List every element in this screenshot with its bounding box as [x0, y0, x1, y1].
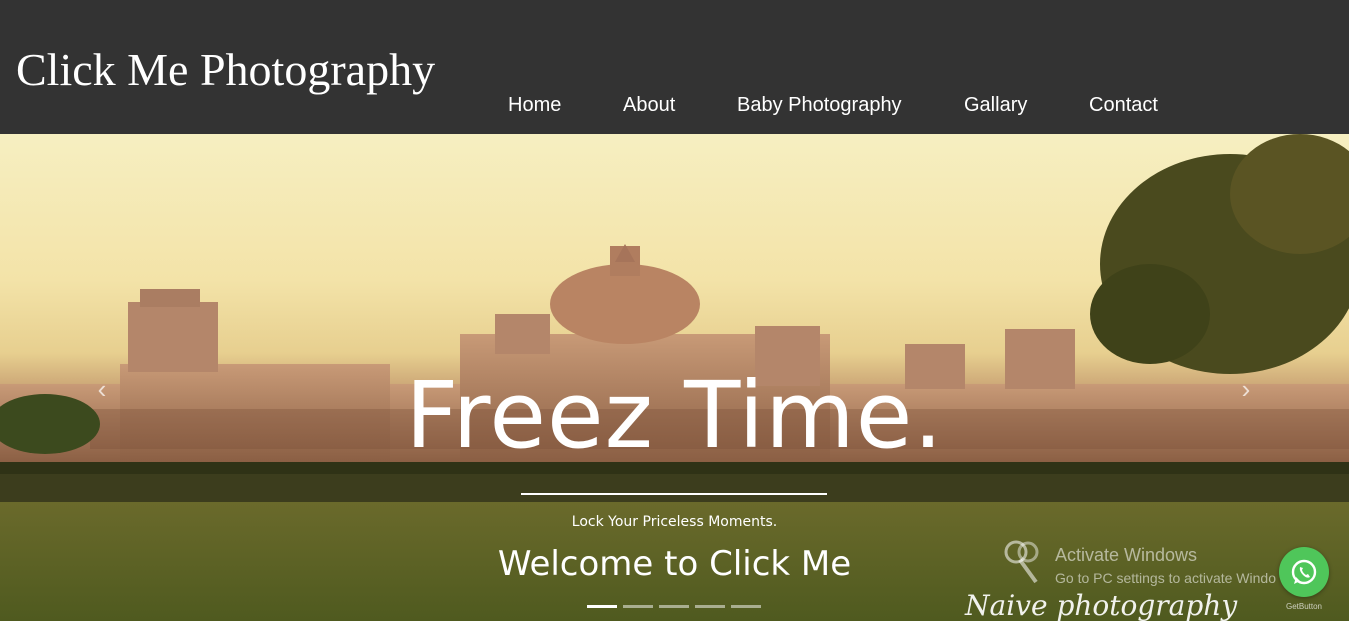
- site-header: Click Me Photography Home About Baby Pho…: [0, 0, 1349, 134]
- getbutton-label: GetButton: [1285, 602, 1323, 611]
- page-edge: [1349, 0, 1353, 621]
- photo-watermark: Naive photography: [965, 589, 1238, 621]
- hero-divider: [521, 493, 827, 495]
- nav-home[interactable]: Home: [508, 94, 561, 116]
- carousel-indicator-2[interactable]: [623, 605, 653, 608]
- activate-windows-title: Activate Windows: [1055, 545, 1198, 565]
- hero-carousel: ‹ › Freez Time. Lock Your Priceless Mome…: [0, 134, 1349, 621]
- nav-gallary[interactable]: Gallary: [964, 94, 1027, 116]
- nav-contact[interactable]: Contact: [1089, 94, 1158, 116]
- whatsapp-button[interactable]: [1279, 547, 1329, 597]
- carousel-indicator-4[interactable]: [695, 605, 725, 608]
- site-brand[interactable]: Click Me Photography: [16, 47, 435, 93]
- carousel-indicators: [587, 605, 763, 609]
- nav-about[interactable]: About: [623, 94, 675, 116]
- hero-title: Freez Time.: [405, 362, 944, 469]
- carousel-indicator-5[interactable]: [731, 605, 761, 608]
- key-icon: [1004, 540, 1039, 584]
- hero-subtitle: Lock Your Priceless Moments.: [571, 514, 778, 530]
- carousel-indicator-3[interactable]: [659, 605, 689, 608]
- carousel-indicator-1[interactable]: [587, 605, 617, 608]
- whatsapp-icon: [1291, 559, 1317, 585]
- activate-windows-text: Go to PC settings to activate Windo: [1055, 570, 1276, 586]
- nav-baby-photography[interactable]: Baby Photography: [737, 94, 902, 116]
- main-nav: Home About Baby Photography Gallary Cont…: [0, 94, 1349, 118]
